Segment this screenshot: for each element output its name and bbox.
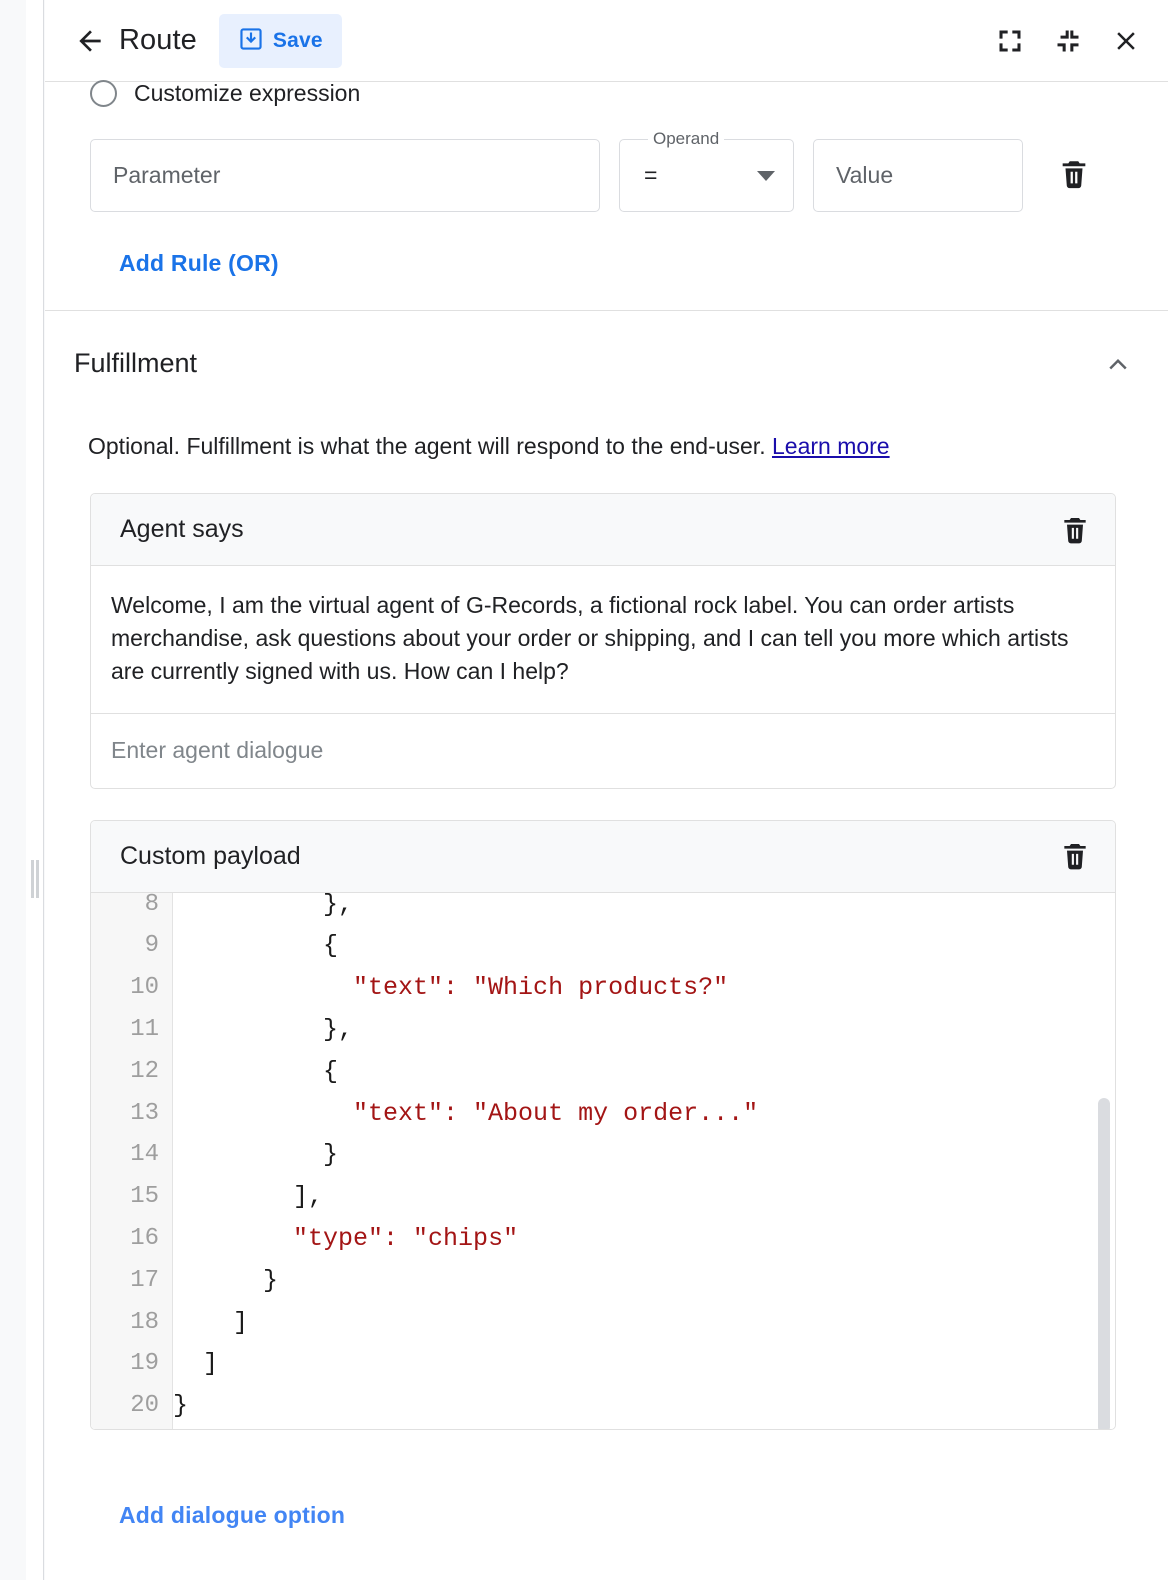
agent-says-card: Agent says Welcome, I am the virtual age… — [90, 493, 1116, 789]
code-line: }, — [173, 893, 1115, 926]
save-button-label: Save — [273, 29, 323, 53]
value-placeholder: Value — [814, 162, 893, 189]
agent-dialogue-input[interactable]: Enter agent dialogue — [91, 714, 1115, 788]
operand-label: Operand — [648, 129, 724, 149]
code-line: } — [173, 1385, 1115, 1427]
code-line: ], — [173, 1176, 1115, 1218]
fulfillment-header: Fulfillment — [45, 311, 1168, 383]
trash-delete-icon[interactable] — [1057, 157, 1091, 196]
code-line-number: 11 — [91, 1009, 172, 1051]
fullscreen-collapse-icon[interactable] — [1048, 21, 1088, 61]
arrow-left-icon[interactable] — [73, 24, 107, 58]
code-line-number: 17 — [91, 1260, 172, 1302]
code-line: "text": "About my order..." — [173, 1093, 1115, 1135]
customize-expression-label: Customize expression — [134, 80, 360, 107]
panel-scroll-body: Customize expression Parameter Operand =… — [45, 72, 1168, 1529]
learn-more-link[interactable]: Learn more — [772, 433, 890, 459]
close-icon[interactable] — [1106, 21, 1146, 61]
code-line-number: 19 — [91, 1343, 172, 1385]
custom-payload-title: Custom payload — [120, 842, 301, 871]
code-line-number: 15 — [91, 1176, 172, 1218]
left-background-gutter — [0, 0, 26, 1580]
radio-button-icon[interactable] — [90, 80, 117, 107]
code-line-number: 9 — [91, 925, 172, 967]
save-button[interactable]: Save — [219, 14, 342, 68]
chevron-down-icon — [757, 171, 775, 181]
code-line: } — [173, 1260, 1115, 1302]
resize-grip-bar — [31, 860, 34, 898]
code-line: ] — [173, 1343, 1115, 1385]
custom-payload-code-editor[interactable]: 891011121314151617181920 }, { "text": "W… — [91, 893, 1115, 1429]
value-input[interactable]: Value — [813, 139, 1023, 212]
fullscreen-expand-icon[interactable] — [990, 21, 1030, 61]
condition-block: Customize expression Parameter Operand =… — [45, 72, 1168, 311]
code-line: }, — [173, 1009, 1115, 1051]
fulfillment-section: Fulfillment Optional. Fulfillment is wha… — [45, 311, 1168, 1529]
save-download-icon — [238, 26, 264, 55]
code-line-number: 18 — [91, 1302, 172, 1344]
code-line: "text": "Which products?" — [173, 967, 1115, 1009]
agent-says-title: Agent says — [120, 515, 244, 544]
fulfillment-description-text: Optional. Fulfillment is what the agent … — [88, 433, 772, 459]
code-line-number: 8 — [91, 893, 172, 926]
agent-says-card-header: Agent says — [91, 494, 1115, 566]
parameter-placeholder: Parameter — [91, 162, 220, 189]
trash-delete-icon[interactable] — [1057, 512, 1093, 548]
add-rule-link[interactable]: Add Rule (OR) — [119, 250, 279, 277]
resize-grip-bar — [36, 860, 39, 898]
code-line-number: 12 — [91, 1051, 172, 1093]
parameter-input[interactable]: Parameter — [90, 139, 600, 212]
code-line-number: 13 — [91, 1093, 172, 1135]
header-actions — [990, 0, 1146, 82]
code-line-number: 16 — [91, 1218, 172, 1260]
code-editor-scrollbar[interactable] — [1098, 1098, 1110, 1429]
code-line: { — [173, 1051, 1115, 1093]
rule-row: Parameter Operand = Value — [45, 139, 1168, 212]
route-panel: Route Save — [45, 0, 1168, 1580]
code-line-numbers: 891011121314151617181920 — [91, 893, 173, 1429]
operand-value: = — [644, 162, 657, 189]
fulfillment-description: Optional. Fulfillment is what the agent … — [45, 383, 1168, 462]
code-line-number: 14 — [91, 1134, 172, 1176]
code-line: } — [173, 1134, 1115, 1176]
trash-delete-icon[interactable] — [1057, 838, 1093, 874]
panel-resize-handle[interactable] — [31, 860, 40, 898]
code-line-number: 20 — [91, 1385, 172, 1427]
chevron-up-icon[interactable] — [1098, 343, 1138, 383]
fulfillment-title: Fulfillment — [74, 348, 197, 379]
drawer-left-edge — [26, 0, 44, 1580]
page-title: Route — [119, 24, 197, 57]
code-content[interactable]: }, { "text": "Which products?" }, { "tex… — [173, 893, 1115, 1429]
code-line: ] — [173, 1302, 1115, 1344]
custom-payload-card-header: Custom payload — [91, 821, 1115, 893]
operand-select[interactable]: Operand = — [619, 139, 794, 212]
code-line: { — [173, 925, 1115, 967]
customize-expression-radio-row[interactable]: Customize expression — [45, 72, 1168, 114]
code-line-number: 10 — [91, 967, 172, 1009]
section-divider — [45, 310, 1168, 311]
agent-says-message[interactable]: Welcome, I am the virtual agent of G-Rec… — [91, 566, 1115, 714]
add-dialogue-option-link[interactable]: Add dialogue option — [119, 1502, 345, 1529]
code-line: "type": "chips" — [173, 1218, 1115, 1260]
panel-header: Route Save — [45, 0, 1168, 82]
custom-payload-card: Custom payload 891011121314151617181920 … — [90, 820, 1116, 1430]
